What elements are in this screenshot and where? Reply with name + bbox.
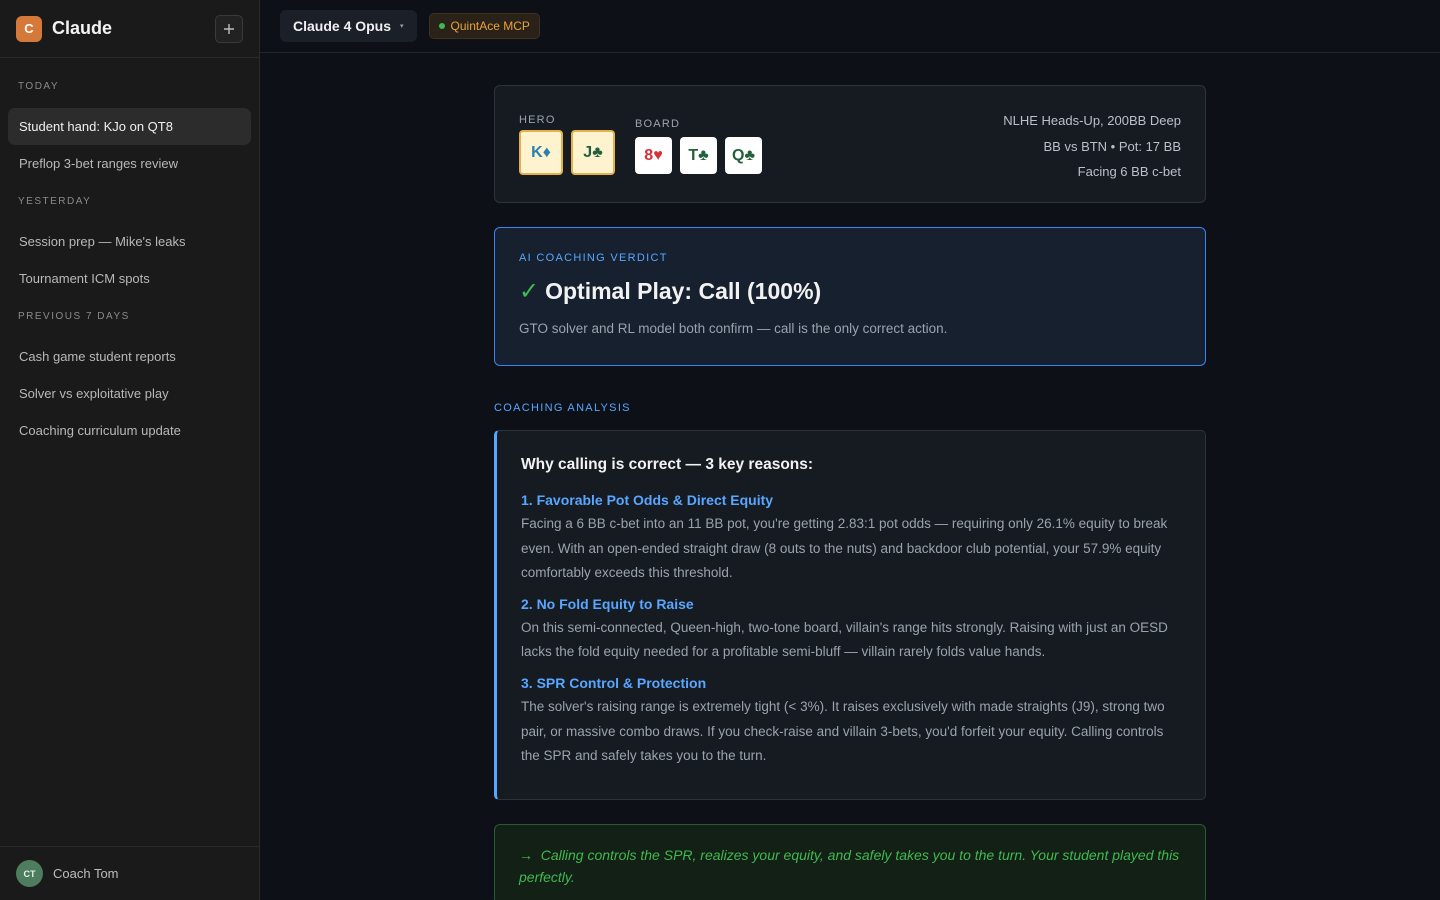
- club-suit-icon: ♣: [592, 143, 603, 161]
- board-card-queen-clubs: Q ♣: [725, 137, 762, 174]
- sidebar-section-previous: PREVIOUS 7 DAYS Cash game student report…: [0, 309, 259, 449]
- model-selector[interactable]: Claude 4 Opus ▾: [280, 10, 417, 42]
- hero-hand: HERO K ♦ J ♣: [519, 114, 615, 202]
- mcp-badge[interactable]: QuintAce MCP: [428, 13, 540, 39]
- checkmark-icon: ✓: [519, 278, 540, 305]
- sidebar-section-label: YESTERDAY: [18, 196, 92, 207]
- card-rank: Q: [732, 146, 745, 164]
- conclusion-body: Calling controls the SPR, realizes your …: [519, 846, 1180, 885]
- sidebar-item-student-hand[interactable]: Student hand: KJo on QT8: [8, 108, 251, 145]
- reason-title: 2. No Fold Equity to Raise: [521, 595, 694, 612]
- verdict-subtitle: GTO solver and RL model both confirm — c…: [519, 321, 948, 336]
- hero-card-king-diamonds: K ♦: [519, 130, 563, 175]
- topbar: Claude 4 Opus ▾ QuintAce MCP: [260, 0, 1440, 53]
- sidebar-item-solver-vs-exploit[interactable]: Solver vs exploitative play: [8, 375, 251, 412]
- reason-body: On this semi-connected, Queen-high, two-…: [521, 619, 1168, 660]
- avatar: CT: [16, 860, 43, 887]
- verdict-label: AI COACHING VERDICT: [519, 252, 668, 264]
- board-label: BOARD: [635, 118, 681, 130]
- app-name: Claude: [52, 18, 113, 38]
- hero-label: HERO: [519, 114, 556, 126]
- sidebar-item-session-prep[interactable]: Session prep — Mike's leaks: [8, 223, 251, 260]
- coaching-analysis-card: Why calling is correct — 3 key reasons: …: [494, 430, 1206, 800]
- hero-card-jack-clubs: J ♣: [571, 130, 615, 175]
- app-window: C Claude TODAY Student hand: KJo on QT8 …: [0, 0, 1440, 900]
- game-format: NLHE Heads-Up, 200BB Deep: [1003, 113, 1181, 128]
- reason-item: 1. Favorable Pot Odds & Direct Equity Fa…: [521, 492, 1181, 586]
- mcp-badge-label: QuintAce MCP: [450, 19, 530, 33]
- analysis-heading: Why calling is correct — 3 key reasons:: [521, 456, 814, 473]
- verdict-title-text: Optimal Play: Call (100%): [545, 278, 822, 304]
- heart-suit-icon: ♥: [653, 146, 663, 164]
- card-rank: 8: [644, 146, 654, 164]
- card-rank: T: [688, 146, 699, 164]
- card-rank: J: [583, 143, 593, 161]
- coaching-verdict-card: AI COACHING VERDICT ✓ Optimal Play: Call…: [494, 227, 1206, 366]
- reason-title: 1. Favorable Pot Odds & Direct Equity: [521, 492, 774, 508]
- board: BOARD 8 ♥ T ♣ Q ♣: [635, 118, 762, 202]
- sidebar-item-cash-game[interactable]: Cash game student reports: [8, 338, 251, 375]
- verdict-title: ✓ Optimal Play: Call (100%): [519, 277, 1181, 306]
- sidebar-header: C Claude: [0, 0, 259, 58]
- conclusion-text: → Calling controls the SPR, realizes you…: [519, 844, 1181, 888]
- reason-body: Facing a 6 BB c-bet into an 11 BB pot, y…: [521, 516, 1168, 581]
- facing-action: Facing 6 BB c-bet: [1077, 164, 1181, 179]
- club-suit-icon: ♣: [698, 146, 709, 164]
- main-panel: Claude 4 Opus ▾ QuintAce MCP HERO K ♦ J ♣: [260, 0, 1440, 900]
- model-name: Claude 4 Opus: [293, 18, 392, 34]
- board-card-eight-hearts: 8 ♥: [635, 137, 672, 174]
- reason-item: 2. No Fold Equity to Raise On this semi-…: [521, 596, 1181, 665]
- status-dot-icon: [438, 23, 445, 29]
- diamond-suit-icon: ♦: [542, 143, 551, 161]
- sidebar-section-label: TODAY: [18, 81, 60, 92]
- sidebar-section-today: TODAY Student hand: KJo on QT8 Preflop 3…: [0, 79, 259, 182]
- reason-body: The solver's raising range is extremely …: [521, 698, 1165, 764]
- user-name: Coach Tom: [53, 866, 119, 881]
- hand-info: NLHE Heads-Up, 200BB Deep BB vs BTN • Po…: [1003, 108, 1181, 185]
- conclusion-card: → Calling controls the SPR, realizes you…: [494, 823, 1206, 900]
- board-cards: 8 ♥ T ♣ Q ♣: [635, 137, 762, 174]
- app-logo: C: [16, 15, 42, 42]
- reason-item: 3. SPR Control & Protection The solver's…: [521, 675, 1181, 769]
- sidebar-section-yesterday: YESTERDAY Session prep — Mike's leaks To…: [0, 194, 259, 297]
- chevron-down-icon: ▾: [400, 23, 404, 30]
- analysis-section-label: COACHING ANALYSIS: [494, 402, 631, 414]
- positions-and-pot: BB vs BTN • Pot: 17 BB: [1043, 138, 1182, 154]
- sidebar-section-label: PREVIOUS 7 DAYS: [18, 311, 130, 322]
- sidebar-item-curriculum[interactable]: Coaching curriculum update: [8, 412, 251, 449]
- conversation-content: HERO K ♦ J ♣ BOARD 8 ♥ T ♣ Q ♣ NLHE Head…: [494, 85, 1206, 900]
- new-chat-button[interactable]: [215, 14, 243, 43]
- card-rank: K: [531, 143, 543, 161]
- plus-icon: [224, 23, 234, 34]
- hand-summary-card: HERO K ♦ J ♣ BOARD 8 ♥ T ♣ Q ♣ NLHE Head…: [494, 85, 1206, 203]
- reason-title: 3. SPR Control & Protection: [521, 674, 707, 691]
- arrow-right-icon: →: [519, 846, 533, 863]
- sidebar: C Claude TODAY Student hand: KJo on QT8 …: [0, 0, 260, 900]
- user-profile[interactable]: CT Coach Tom: [0, 846, 259, 900]
- sidebar-item-preflop-review[interactable]: Preflop 3-bet ranges review: [8, 145, 251, 182]
- board-card-ten-clubs: T ♣: [680, 137, 717, 174]
- hero-cards: K ♦ J ♣: [519, 130, 615, 175]
- sidebar-item-tournament-icm[interactable]: Tournament ICM spots: [8, 260, 251, 297]
- club-suit-icon: ♣: [744, 146, 755, 164]
